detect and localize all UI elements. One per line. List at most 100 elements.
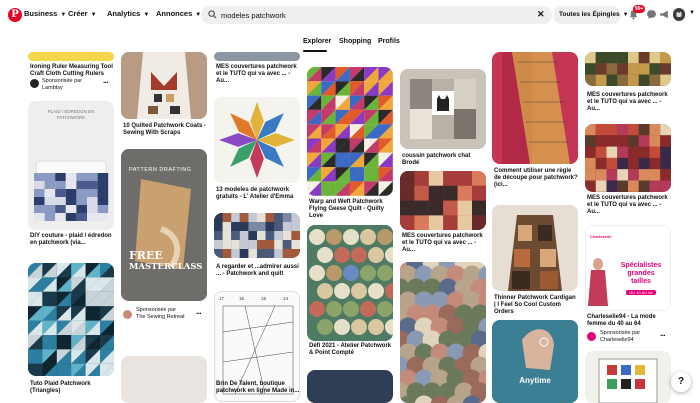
- pin-title[interactable]: Défi 2021 - Atelier Patchwork & Point Co…: [309, 343, 394, 357]
- pin-title[interactable]: Warp and Weft Patchwork Flying Geese Qui…: [309, 199, 394, 220]
- pin-image[interactable]: [28, 52, 114, 61]
- active-tab-indicator: [303, 50, 327, 52]
- pin-image[interactable]: [492, 205, 578, 291]
- pin-title[interactable]: Ironing Ruler Measuring Tool Craft Cloth…: [30, 64, 115, 78]
- pin-image[interactable]: Charleselie Spécialistes grandes tailles…: [585, 225, 671, 311]
- pattern-number: 14: [283, 296, 289, 301]
- chevron-down-icon[interactable]: ▼: [689, 10, 695, 16]
- pin-image[interactable]: [400, 69, 486, 149]
- pin-overlay-text: PLAID / ÉDREDON EN PATCHWORK: [47, 109, 95, 120]
- chevron-down-icon: ▼: [90, 12, 97, 18]
- pin-image[interactable]: [121, 52, 207, 119]
- nav-creer-label: Créer: [68, 9, 88, 18]
- nav-analytics-label: Analytics: [107, 9, 141, 18]
- nav-business[interactable]: Business ▼: [24, 9, 66, 18]
- pattern-number: 15: [261, 296, 267, 301]
- pin-filter-label: Toutes les Épingles: [559, 11, 620, 18]
- megaphone-icon[interactable]: [659, 9, 670, 20]
- pin-image[interactable]: [585, 351, 671, 403]
- nav-annonces[interactable]: Annonces ▼: [156, 9, 201, 18]
- pin-title[interactable]: Tuto Plaid Patchwork (Triangles): [30, 381, 115, 395]
- scallop-quilt-image: [400, 262, 486, 403]
- search-input[interactable]: [221, 8, 521, 22]
- ad-headline: tailles: [631, 278, 651, 285]
- messages-icon[interactable]: [646, 9, 657, 20]
- ad-size-range: DU 40 AU 64: [626, 290, 656, 295]
- pin-image[interactable]: [214, 52, 300, 61]
- notification-badge: 99+: [633, 5, 646, 13]
- cardigan-image: [492, 205, 578, 291]
- pin-title[interactable]: MES couvertures patchwork et le TUTO qui…: [587, 195, 672, 216]
- nav-business-label: Business: [24, 9, 58, 18]
- pin-overlay-text: FREE: [129, 249, 163, 262]
- pin-image[interactable]: [585, 52, 671, 86]
- pin-title[interactable]: MES couvertures patchwork et le TUTO qui…: [587, 92, 672, 113]
- tab-profils[interactable]: Profils: [378, 38, 400, 45]
- pinterest-logo-icon[interactable]: P: [8, 8, 22, 22]
- pin-overlay-text: PATTERN DRAFTING: [129, 167, 192, 173]
- pin-title[interactable]: MES couvertures patchwork et le TUTO qui…: [216, 64, 301, 85]
- pin-title[interactable]: Thinner Patchwork Cardigan | I Feel So C…: [494, 295, 579, 316]
- cat-avatar-icon: [673, 9, 685, 21]
- pin-title[interactable]: Comment utiliser une règle de découpe po…: [494, 168, 579, 189]
- pin-image[interactable]: PLAID / ÉDREDON EN PATCHWORK: [28, 101, 114, 230]
- pin-image[interactable]: Anytime: [492, 320, 578, 403]
- pin-title[interactable]: 13 modeles de patchwork gratuits - L' At…: [216, 187, 301, 201]
- sponsor-label: Sponsorisée par: [136, 307, 177, 313]
- sponsor-name[interactable]: The Sewing Retreat: [136, 314, 185, 321]
- cat-cushion-image: [400, 69, 486, 149]
- pin-image[interactable]: [400, 171, 486, 230]
- clear-search-icon[interactable]: ✕: [537, 9, 545, 20]
- avatar[interactable]: [673, 8, 685, 21]
- avatar[interactable]: [587, 332, 596, 341]
- pin-image[interactable]: [585, 124, 671, 192]
- pin-image[interactable]: [492, 52, 578, 164]
- dotted-quilt-image: [585, 52, 671, 86]
- search-bar[interactable]: [201, 6, 552, 24]
- pin-image[interactable]: [214, 213, 300, 258]
- pin-filter-dropdown[interactable]: Toutes les Épingles ▼: [553, 6, 629, 24]
- more-options-icon[interactable]: ···: [196, 309, 202, 318]
- nav-creer[interactable]: Créer ▼: [68, 9, 97, 18]
- pin-image[interactable]: [214, 97, 300, 183]
- pin-title[interactable]: Charleselie94 - La mode femme du 40 au 6…: [587, 314, 672, 328]
- top-bar: P Business ▼ Créer ▼ Analytics ▼ Annonces ▼ …: [0, 0, 700, 30]
- framed-quilt-image: [598, 358, 658, 403]
- sponsor-name[interactable]: Lambtsy: [42, 85, 63, 92]
- pin-image[interactable]: [28, 263, 114, 376]
- tab-shopping[interactable]: Shopping: [339, 38, 371, 45]
- pin-image[interactable]: [121, 356, 207, 403]
- pin-title[interactable]: DIY couture - plaid / édredon en patchwo…: [30, 233, 115, 247]
- pin-title[interactable]: A regarder et ...admirer aussi ... - Pat…: [216, 264, 301, 278]
- blue-quilt-image: [214, 213, 300, 258]
- sponsor-name[interactable]: Charleselie94: [600, 337, 634, 344]
- help-button[interactable]: ?: [671, 372, 691, 392]
- avatar[interactable]: [123, 310, 132, 319]
- more-options-icon[interactable]: ···: [660, 331, 666, 340]
- search-icon: [208, 10, 217, 19]
- avatar[interactable]: [30, 79, 39, 88]
- pin-overlay-text: Anytime: [519, 376, 551, 385]
- pin-image[interactable]: [307, 370, 393, 403]
- pin-title[interactable]: 10 Quilted Patchwork Coats - Sewing With…: [123, 123, 208, 137]
- pin-title[interactable]: Brin De Talent, boutique patchwork en li…: [216, 381, 301, 395]
- pin-image[interactable]: [400, 262, 486, 403]
- sponsor-label: Sponsorisée par: [42, 78, 83, 84]
- star-quilt-image: [219, 102, 295, 178]
- pattern-number: 17: [219, 296, 225, 301]
- pin-image[interactable]: [307, 67, 393, 196]
- pin-title[interactable]: coussin patchwork chat Brodé: [402, 153, 487, 167]
- pin-title[interactable]: MES couvertures patchwork et le TUTO qui…: [402, 233, 487, 254]
- patchwork-coat-image: [121, 52, 207, 119]
- sponsor-label: Sponsorisée par: [600, 330, 641, 336]
- hand-ring-image: [492, 320, 578, 403]
- pin-image[interactable]: [307, 225, 393, 341]
- pin-overlay-text: MASTERCLASS: [129, 262, 203, 272]
- flying-geese-quilt-image: [307, 67, 393, 196]
- more-options-icon[interactable]: ···: [103, 78, 109, 87]
- nav-analytics[interactable]: Analytics ▼: [107, 9, 149, 18]
- pin-image[interactable]: PATTERN DRAFTING FREE MASTERCLASS: [121, 149, 207, 301]
- hexagon-quilt-image: [307, 225, 393, 341]
- search-tabs: Explorer Shopping Profils: [0, 38, 700, 52]
- tab-explorer[interactable]: Explorer: [303, 38, 331, 45]
